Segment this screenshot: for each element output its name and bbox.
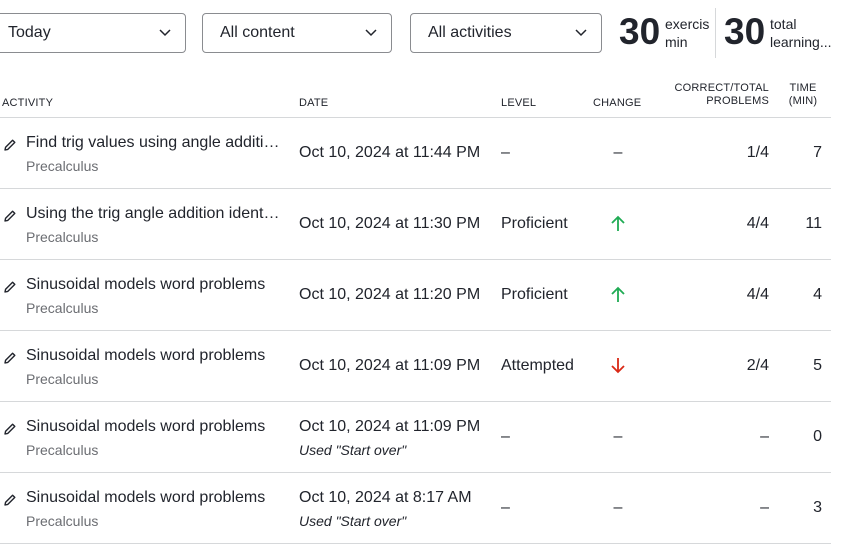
pencil-icon bbox=[4, 494, 16, 506]
stat-label-line1: total bbox=[770, 16, 797, 32]
activity-date: Oct 10, 2024 at 11:09 PM bbox=[299, 357, 481, 374]
mastery-level: Attempted bbox=[501, 357, 574, 374]
mastery-level: Proficient bbox=[501, 215, 568, 232]
total-learning-stat: 30 total learning... bbox=[724, 8, 846, 58]
period-select-value: Today bbox=[8, 24, 51, 41]
activity-title-link[interactable]: Sinusoidal models word problems bbox=[26, 275, 282, 294]
activities-select[interactable]: All activities bbox=[410, 13, 602, 53]
stat-divider bbox=[715, 8, 716, 58]
period-select[interactable]: Today bbox=[0, 13, 186, 53]
level-change bbox=[608, 356, 628, 375]
stat-value: 30 bbox=[724, 11, 766, 52]
mastery-level: Proficient bbox=[501, 286, 568, 303]
correct-total: 4/4 bbox=[746, 215, 769, 232]
header-correct-line2: PROBLEMS bbox=[706, 95, 769, 107]
chevron-down-icon bbox=[159, 29, 171, 37]
table-row: Using the trig angle addition identities… bbox=[0, 189, 831, 260]
header-change: CHANGE bbox=[593, 97, 642, 109]
time-minutes: 7 bbox=[813, 144, 822, 161]
level-change: – bbox=[613, 144, 623, 161]
level-change: – bbox=[613, 499, 623, 516]
activity-title-link[interactable]: Sinusoidal models word problems bbox=[26, 417, 282, 436]
level-change: – bbox=[613, 428, 623, 445]
stat-label-line2: min bbox=[665, 34, 688, 50]
table-row: Sinusoidal models word problems Precalcul… bbox=[0, 473, 831, 544]
activity-note: Used "Start over" bbox=[299, 513, 407, 529]
course-name: Precalculus bbox=[26, 442, 99, 458]
correct-total: 2/4 bbox=[746, 357, 769, 374]
chevron-down-icon bbox=[365, 29, 377, 37]
level-change bbox=[608, 285, 628, 304]
time-minutes: 5 bbox=[813, 357, 822, 374]
header-date: DATE bbox=[299, 97, 329, 109]
activity-title-link[interactable]: Sinusoidal models word problems bbox=[26, 488, 282, 507]
activity-title-link[interactable]: Sinusoidal models word problems bbox=[26, 346, 282, 365]
time-minutes: 11 bbox=[805, 215, 822, 232]
pencil-icon bbox=[4, 281, 16, 293]
stat-label-line1: exercis bbox=[665, 16, 710, 32]
activity-date: Oct 10, 2024 at 8:17 AM bbox=[299, 489, 472, 506]
mastery-level: – bbox=[501, 144, 510, 161]
arrow-down-icon bbox=[611, 358, 625, 374]
header-time: TIME (MIN) bbox=[783, 82, 823, 108]
level-change bbox=[608, 214, 628, 233]
table-row: Find trig values using angle addition id… bbox=[0, 118, 831, 189]
header-activity: ACTIVITY bbox=[2, 97, 54, 109]
content-select[interactable]: All content bbox=[202, 13, 392, 53]
pencil-icon bbox=[4, 139, 16, 151]
chevron-down-icon bbox=[575, 29, 587, 37]
activity-title-link[interactable]: Find trig values using angle addition id… bbox=[26, 133, 282, 152]
mastery-level: – bbox=[501, 499, 510, 516]
activity-date: Oct 10, 2024 at 11:30 PM bbox=[299, 215, 481, 232]
header-time-line1: TIME bbox=[789, 82, 817, 94]
activity-date: Oct 10, 2024 at 11:20 PM bbox=[299, 286, 481, 303]
course-name: Precalculus bbox=[26, 371, 99, 387]
table-row: Sinusoidal models word problems Precalcul… bbox=[0, 331, 831, 402]
correct-total: – bbox=[760, 499, 769, 516]
activities-select-value: All activities bbox=[428, 24, 512, 41]
table-row: Sinusoidal models word problems Precalcul… bbox=[0, 402, 831, 473]
activity-date: Oct 10, 2024 at 11:09 PM bbox=[299, 418, 481, 435]
pencil-icon bbox=[4, 423, 16, 435]
pencil-icon bbox=[4, 352, 16, 364]
mastery-level: – bbox=[501, 428, 510, 445]
activity-note: Used "Start over" bbox=[299, 442, 407, 458]
arrow-up-icon bbox=[611, 215, 625, 231]
header-correct-line1: CORRECT/TOTAL bbox=[674, 82, 769, 94]
header-correct-total: CORRECT/TOTAL PROBLEMS bbox=[649, 82, 769, 108]
correct-total: – bbox=[760, 428, 769, 445]
table-row: Sinusoidal models word problems Precalcul… bbox=[0, 260, 831, 331]
time-minutes: 0 bbox=[813, 428, 822, 445]
activity-date: Oct 10, 2024 at 11:44 PM bbox=[299, 144, 481, 161]
content-select-value: All content bbox=[220, 24, 295, 41]
stat-label: total learning... bbox=[770, 15, 846, 51]
course-name: Precalculus bbox=[26, 300, 99, 316]
course-name: Precalculus bbox=[26, 513, 99, 529]
pencil-icon bbox=[4, 210, 16, 222]
exercise-minutes-stat: 30 exercis min bbox=[619, 8, 711, 58]
time-minutes: 3 bbox=[813, 499, 822, 516]
correct-total: 1/4 bbox=[746, 144, 769, 161]
arrow-up-icon bbox=[611, 286, 625, 302]
activity-title-link[interactable]: Using the trig angle addition identities bbox=[26, 204, 282, 223]
stat-value: 30 bbox=[619, 11, 661, 52]
header-level: LEVEL bbox=[501, 97, 537, 109]
header-time-line2: (MIN) bbox=[788, 95, 818, 107]
course-name: Precalculus bbox=[26, 229, 99, 245]
stat-label: exercis min bbox=[665, 15, 710, 51]
course-name: Precalculus bbox=[26, 158, 99, 174]
correct-total: 4/4 bbox=[746, 286, 769, 303]
stat-label-line2: learning... bbox=[770, 34, 832, 50]
time-minutes: 4 bbox=[813, 286, 822, 303]
